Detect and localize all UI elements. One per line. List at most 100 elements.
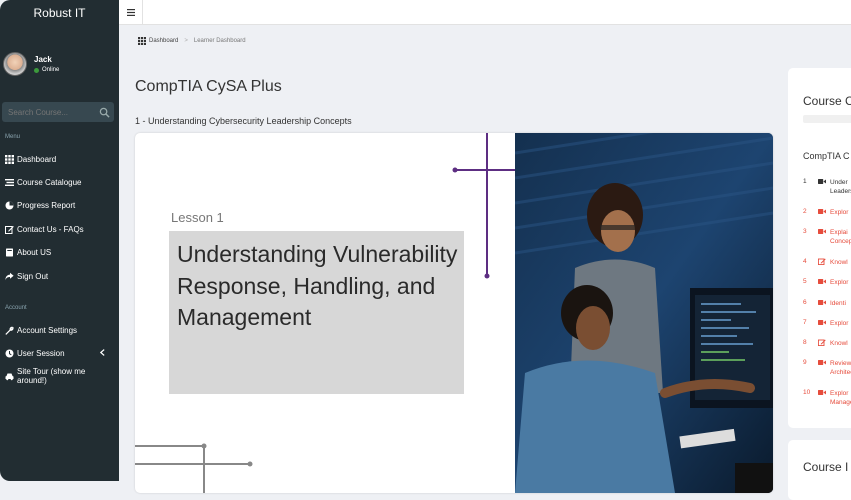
chevron-left-icon[interactable]	[100, 349, 105, 356]
clock-icon	[5, 349, 14, 357]
course-item-label: Explai Concepts	[830, 229, 851, 245]
search-input[interactable]	[8, 107, 96, 117]
course-item-1[interactable]: 1 Under Leadership	[803, 178, 851, 196]
course-item-3[interactable]: 3 Explai Concepts	[803, 228, 851, 246]
progress-bar	[803, 115, 851, 123]
course-item-number: 6	[803, 299, 807, 306]
course-item-label: Review Architectu	[830, 360, 851, 376]
lesson-label: Lesson 1	[171, 210, 224, 225]
nav-contact-us[interactable]: Contact Us - FAQs	[5, 223, 115, 235]
nav-label: User Session	[17, 348, 65, 358]
nav-label: Site Tour (show me around!)	[17, 367, 86, 385]
video-camera-icon	[818, 300, 826, 305]
course-info-panel: Course I	[788, 440, 851, 500]
course-item-number: 2	[803, 208, 807, 215]
account-header: Account	[5, 305, 27, 311]
course-item-2[interactable]: 2 Explor	[803, 208, 848, 217]
lesson-slide[interactable]: Lesson 1 Understanding Vulnerability Res…	[135, 133, 773, 493]
edit-icon	[5, 225, 14, 234]
wrench-icon	[5, 326, 14, 335]
course-item-9[interactable]: 9 Review Architectu	[803, 359, 851, 377]
course-item-number: 1	[803, 178, 807, 185]
course-item-number: 3	[803, 228, 807, 235]
course-item-number: 7	[803, 319, 807, 326]
course-item-label: Explor	[830, 320, 849, 327]
nav-course-catalogue[interactable]: Course Catalogue	[5, 176, 115, 188]
breadcrumb-current: Learner Dashboard	[193, 38, 246, 44]
nav-label: About US	[17, 247, 52, 257]
course-item-label: Explor Managem	[830, 390, 851, 406]
book-icon	[6, 248, 13, 256]
course-item-label: Identi	[830, 300, 846, 307]
user-name: Jack	[34, 55, 52, 64]
video-camera-icon	[818, 179, 826, 184]
video-camera-icon	[818, 279, 826, 284]
video-camera-icon	[818, 229, 826, 234]
nav-dashboard[interactable]: Dashboard	[5, 153, 115, 165]
status-text: Online	[42, 67, 60, 73]
nav-label: Account Settings	[17, 325, 78, 335]
lesson-subtitle: 1 - Understanding Cybersecurity Leadersh…	[135, 116, 352, 126]
breadcrumb-dashboard-link[interactable]: Dashboard	[149, 38, 178, 44]
course-item-4[interactable]: 4 Knowl	[803, 258, 848, 267]
nav-progress-report[interactable]: Progress Report	[5, 199, 115, 211]
course-item-number: 9	[803, 359, 807, 366]
nav-label: Course Catalogue	[17, 177, 82, 187]
course-item-6[interactable]: 6 Identi	[803, 299, 846, 308]
nav-sign-out[interactable]: Sign Out	[5, 270, 115, 282]
course-item-5[interactable]: 5 Explor	[803, 278, 848, 287]
share-icon	[5, 272, 14, 280]
course-name: CompTIA C	[803, 151, 850, 161]
sidebar: Robust IT Jack Online Menu Dashboard Cou…	[0, 0, 119, 481]
breadcrumb: Dashboard > Learner Dashboard	[138, 37, 246, 45]
hamburger-icon	[126, 9, 135, 16]
search-icon[interactable]	[99, 107, 110, 118]
video-camera-icon	[818, 360, 826, 365]
video-camera-icon	[818, 320, 826, 325]
slide-photo	[514, 133, 773, 493]
search-form	[2, 102, 114, 122]
car-icon	[5, 373, 14, 380]
course-item-10[interactable]: 10 Explor Managem	[803, 389, 851, 407]
video-camera-icon	[818, 390, 826, 395]
course-item-label: Explor	[830, 279, 849, 286]
avatar	[3, 52, 27, 76]
people-at-computer-image	[514, 133, 773, 493]
course-item-label: Knowl	[830, 340, 848, 347]
nav-user-session[interactable]: User Session	[5, 347, 115, 359]
lesson-title-box: Understanding Vulnerability Response, Ha…	[169, 231, 464, 394]
online-status: Online	[34, 67, 59, 73]
page-title: CompTIA CySA Plus	[135, 78, 282, 95]
nav-label: Dashboard	[17, 154, 57, 164]
course-item-label: Explor	[830, 209, 849, 216]
course-item-7[interactable]: 7 Explor	[803, 319, 848, 328]
nav-site-tour[interactable]: Site Tour (show me around!)	[5, 367, 115, 385]
nav-label: Sign Out	[17, 271, 49, 281]
lesson-title: Understanding Vulnerability Response, Ha…	[177, 241, 458, 330]
course-item-8[interactable]: 8 Knowl	[803, 339, 848, 348]
nav-label: Progress Report	[17, 200, 76, 210]
video-camera-icon	[818, 209, 826, 214]
edit-icon	[818, 339, 826, 346]
course-item-number: 4	[803, 258, 807, 265]
grid-icon	[5, 154, 14, 164]
nav-label: Contact Us - FAQs	[17, 224, 84, 234]
top-navbar	[119, 0, 851, 25]
course-item-number: 5	[803, 278, 807, 285]
course-item-label: Knowl	[830, 259, 848, 266]
course-item-label: Under Leadership	[830, 179, 851, 195]
breadcrumb-separator-icon: >	[184, 38, 188, 44]
status-dot-icon	[34, 67, 39, 73]
grid-icon	[138, 37, 146, 45]
nav-about-us[interactable]: About US	[5, 246, 115, 258]
course-info-title: Course I	[803, 460, 849, 474]
pie-chart-icon	[5, 201, 14, 209]
edit-icon	[818, 258, 826, 265]
course-contents-title: Course C	[803, 94, 851, 108]
nav-account-settings[interactable]: Account Settings	[5, 324, 115, 336]
sidebar-toggle-button[interactable]	[119, 0, 143, 25]
list-icon	[5, 178, 14, 186]
brand-logo[interactable]: Robust IT	[0, 0, 119, 25]
course-contents-panel: Course C CompTIA C 1 Under Leadership 2 Exp…	[788, 68, 851, 428]
course-item-number: 8	[803, 339, 807, 346]
